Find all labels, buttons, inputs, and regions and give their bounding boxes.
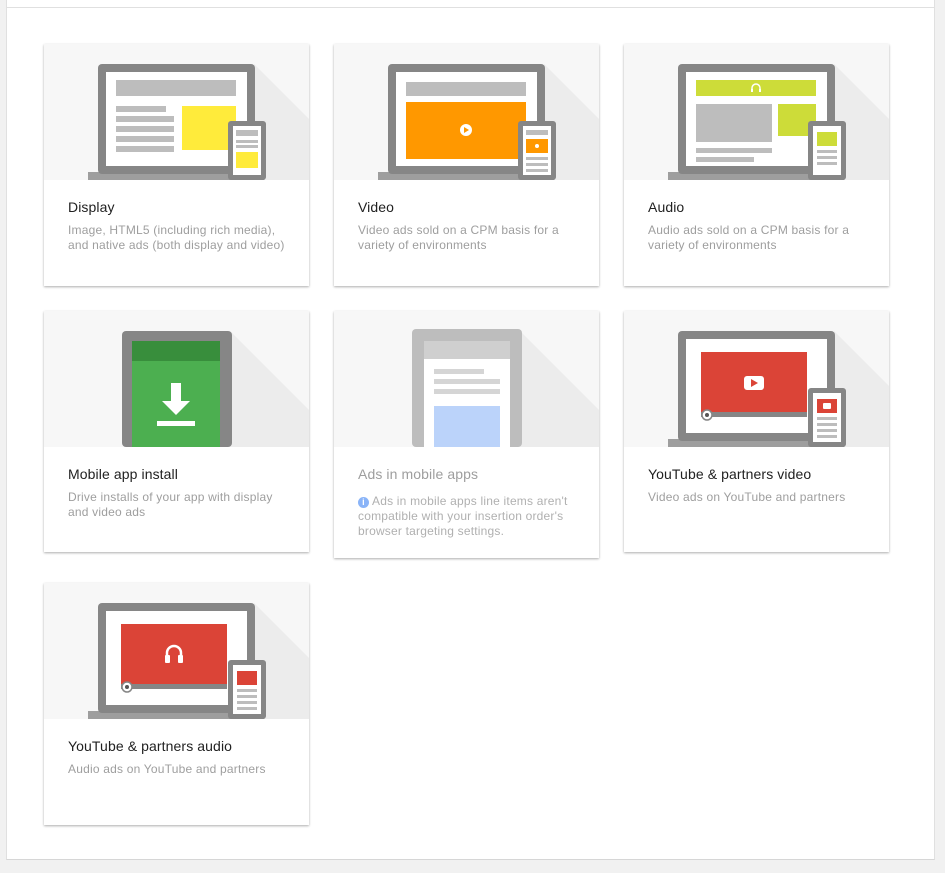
card-description: Video ads on YouTube and partners xyxy=(648,490,846,504)
ads-in-mobile-apps-card: Ads in mobile apps i Ads in mobile apps l… xyxy=(334,311,599,558)
card-description: Audio ads on YouTube and partners xyxy=(68,762,266,776)
card-description: Drive installs of your app with display … xyxy=(68,490,273,519)
audio-illustration xyxy=(624,44,889,180)
card-title: YouTube & partners video xyxy=(648,466,812,482)
video-illustration xyxy=(334,44,599,180)
youtube-audio-icon xyxy=(44,583,309,719)
youtube-audio-card[interactable]: YouTube & partners audio Audio ads on Yo… xyxy=(44,583,309,825)
display-icon xyxy=(44,44,309,180)
card-description: i Ads in mobile apps line items aren't co… xyxy=(358,494,575,539)
mobile-app-install-card[interactable]: Mobile app install Drive installs of you… xyxy=(44,311,309,552)
card-title: YouTube & partners audio xyxy=(68,738,233,754)
display-card[interactable]: Display Image, HTML5 (including rich med… xyxy=(44,44,309,286)
audio-icon xyxy=(624,44,889,180)
mobile-app-install-illustration xyxy=(44,311,309,447)
info-icon: i xyxy=(358,497,369,508)
youtube-video-icon xyxy=(624,311,889,447)
card-description: Image, HTML5 (including rich media), and… xyxy=(68,223,285,252)
video-card[interactable]: Video Video ads sold on a CPM basis for … xyxy=(334,44,599,286)
divider xyxy=(7,7,934,8)
card-description: Video ads sold on a CPM basis for a vari… xyxy=(358,223,559,252)
youtube-video-card[interactable]: YouTube & partners video Video ads on Yo… xyxy=(624,311,889,552)
line-item-type-panel: Display Image, HTML5 (including rich med… xyxy=(6,0,935,860)
youtube-video-illustration xyxy=(624,311,889,447)
ads-in-mobile-apps-icon xyxy=(334,311,599,447)
display-illustration xyxy=(44,44,309,180)
youtube-audio-illustration xyxy=(44,583,309,719)
card-description-text: Ads in mobile apps line items aren't com… xyxy=(358,494,568,538)
card-title: Video xyxy=(358,199,395,215)
card-title: Audio xyxy=(648,199,685,215)
audio-card[interactable]: Audio Audio ads sold on a CPM basis for … xyxy=(624,44,889,286)
card-description: Audio ads sold on a CPM basis for a vari… xyxy=(648,223,850,252)
card-title: Mobile app install xyxy=(68,466,178,482)
mobile-app-install-icon xyxy=(44,311,309,447)
card-title: Ads in mobile apps xyxy=(358,466,479,482)
card-title: Display xyxy=(68,199,115,215)
video-icon xyxy=(334,44,599,180)
ads-in-mobile-apps-illustration xyxy=(334,311,599,447)
